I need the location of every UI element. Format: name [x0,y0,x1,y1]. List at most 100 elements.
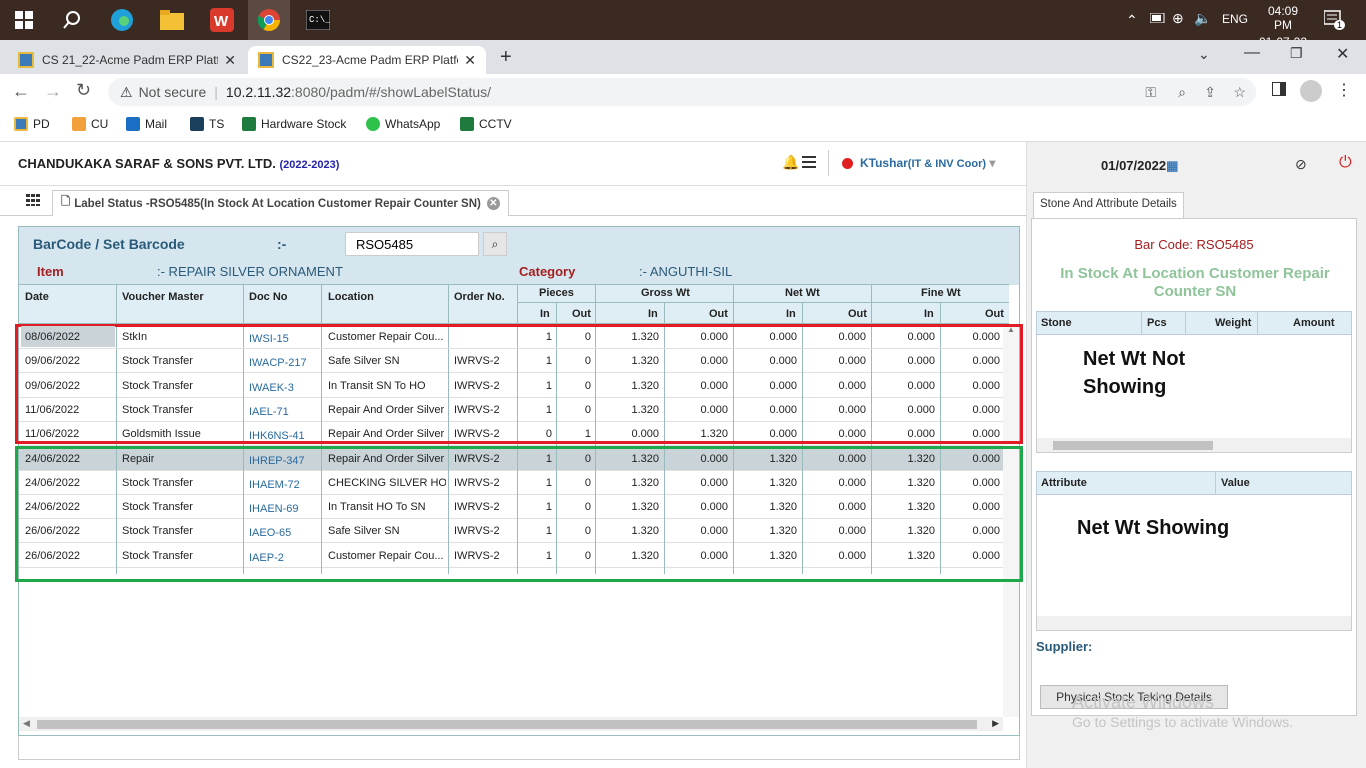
col-pieces-in: In [540,308,550,320]
annotation-net-wt-showing: Net Wt Showing [1077,517,1230,539]
user-menu[interactable]: KTushar(IT & INV Coor) ▾ [860,156,995,170]
minimize-icon[interactable]: — [1244,44,1260,62]
scroll-right-icon[interactable]: ▶ [992,718,999,729]
current-date[interactable]: 01/07/2022▦ [1101,158,1178,174]
col-pcs: Pcs [1147,317,1167,329]
list-icon[interactable] [802,156,816,171]
zoom-icon[interactable]: ⌕ [1178,84,1186,101]
close-tab-icon[interactable]: ✕ [224,52,236,69]
attribute-table-header: Attribute Value [1036,471,1352,495]
back-icon[interactable]: ← [12,81,30,102]
terminal-icon[interactable]: C:\_ [302,4,334,36]
cell-loc: Customer Repair Cou... [328,331,444,343]
table-row[interactable]: 08/06/2022 StkIn IWSI-15 Customer Repair Co… [19,325,1003,349]
col-net-out: Out [848,308,867,320]
reload-icon[interactable]: ↻ [76,80,91,101]
stone-attribute-panel: Bar Code: RSO5485 In Stock At Location C… [1031,218,1357,716]
barcode-input[interactable] [345,232,479,256]
chevron-down-icon: ▾ [989,156,996,170]
stone-hscrollbar[interactable] [1037,438,1351,452]
menu-kebab-icon[interactable]: ⋮ [1336,80,1352,100]
cell-pout: 0 [584,331,591,343]
cell-gout: 0.000 [700,331,728,343]
language-indicator[interactable]: ENG [1222,12,1248,26]
attribute-hscrollbar[interactable] [1037,616,1351,630]
bell-icon[interactable]: 🔔 [782,154,799,171]
calendar-icon[interactable]: ▦ [1166,158,1178,173]
share-icon[interactable]: ⇪ [1204,84,1216,101]
windows-start-icon[interactable] [8,4,40,36]
tab-search-icon[interactable]: ⌄ [1198,46,1210,63]
cell-doc[interactable]: IWSI-15 [249,333,289,345]
warning-icon[interactable]: ⚠ [120,84,133,101]
footer-bar [18,736,1020,760]
bookmark-cu[interactable]: CU [72,117,108,131]
bookmark-star-icon[interactable]: ☆ [1233,84,1246,101]
browser-tab-2[interactable]: CS22_23-Acme Padm ERP Platfo ✕ [248,46,486,74]
excel-icon [242,117,256,131]
col-order: Order No. [454,291,505,303]
grid-menu-icon[interactable] [26,194,40,209]
power-icon[interactable]: ⏻ [1339,154,1352,172]
chevron-up-icon[interactable]: ⌃ [1126,12,1138,29]
cell-gin: 1.320 [631,331,659,343]
new-tab-icon[interactable]: + [500,46,512,69]
cell-nout: 0.000 [838,331,866,343]
battery-icon[interactable] [1149,12,1166,26]
bookmark-ts[interactable]: TS [190,117,224,131]
stock-status: In Stock At Location Customer Repair Cou… [1060,265,1330,300]
eye-slash-icon[interactable]: ⊘ [1295,156,1307,173]
network-icon[interactable]: ⊕ [1172,10,1184,27]
tab-label-status[interactable]: 🗋 Label Status -RSO5485(In Stock At Loca… [52,190,509,216]
col-net-in: In [786,308,796,320]
volume-icon[interactable]: 🔈 [1194,10,1211,27]
col-stone: Stone [1041,317,1072,329]
restore-icon[interactable]: ❐ [1290,45,1303,62]
close-tab-icon[interactable]: ✕ [486,197,500,210]
excel-icon [460,117,474,131]
cell-voucher: StkIn [122,331,148,343]
bookmark-whatsapp[interactable]: WhatsApp [366,117,440,131]
bookmark-mail[interactable]: Mail [126,117,167,131]
search-button[interactable]: ⌕ [483,232,507,256]
chrome-icon[interactable] [248,0,290,40]
supplier-label: Supplier: [1036,639,1093,654]
attribute-table-body: Net Wt Showing [1036,495,1352,631]
app-header: CHANDUKAKA SARAF & SONS PVT. LTD. (2022-… [0,142,1026,186]
bookmark-label: PD [33,117,50,131]
bookmark-hardware-stock[interactable]: Hardware Stock [242,117,346,131]
bookmark-cctv[interactable]: CCTV [460,117,512,131]
close-tab-icon[interactable]: ✕ [464,52,476,69]
site-favicon-icon [18,52,34,68]
notification-icon[interactable]: 1 [1323,10,1346,31]
file-explorer-icon[interactable] [156,4,188,36]
col-weight: Weight [1215,317,1252,329]
close-window-icon[interactable]: ✕ [1336,44,1349,64]
bookmark-pd[interactable]: PD [14,117,50,131]
bookmarks-bar: PD CU Mail TS Hardware Stock WhatsApp CC… [0,110,1366,142]
forward-icon[interactable]: → [44,81,62,102]
item-label: Item [37,264,64,279]
search-icon[interactable] [56,4,88,36]
sidebar-icon[interactable] [1272,82,1286,99]
url-field[interactable]: ⚠ Not secure | 10.2.11.32 :8080/padm/#/s… [108,78,1256,106]
bookmark-label: CCTV [479,117,512,131]
grid-hscrollbar[interactable]: ◀ ▶ [19,717,1003,731]
browser-tab-1[interactable]: CS 21_22-Acme Padm ERP Platfo ✕ [8,46,246,74]
scroll-left-icon[interactable]: ◀ [23,718,30,729]
windows-taskbar: W C:\_ ⌃ ⊕ 🔈 ENG 04:09 PM 01-07-22 1 [0,0,1366,49]
edge-icon[interactable] [106,4,138,36]
col-attribute: Attribute [1041,477,1087,489]
col-pieces-out: Out [572,308,591,320]
key-icon[interactable]: ⚿ [1145,84,1156,101]
col-fine: Fine Wt [921,287,961,299]
barcode-form: BarCode / Set Barcode :- ⌕ Item :- REPAI… [19,227,1019,285]
search-icon: ⌕ [491,237,499,251]
profile-avatar-icon[interactable] [1300,80,1322,102]
url-host: 10.2.11.32 [225,84,292,100]
fiscal-year: (2022-2023) [279,159,340,171]
stone-table-body: Net Wt Not Showing [1036,335,1352,453]
wps-office-icon[interactable]: W [206,4,238,36]
tab-stone-attribute[interactable]: Stone And Attribute Details [1033,192,1184,218]
highlight-net-wt-present [15,446,1023,582]
